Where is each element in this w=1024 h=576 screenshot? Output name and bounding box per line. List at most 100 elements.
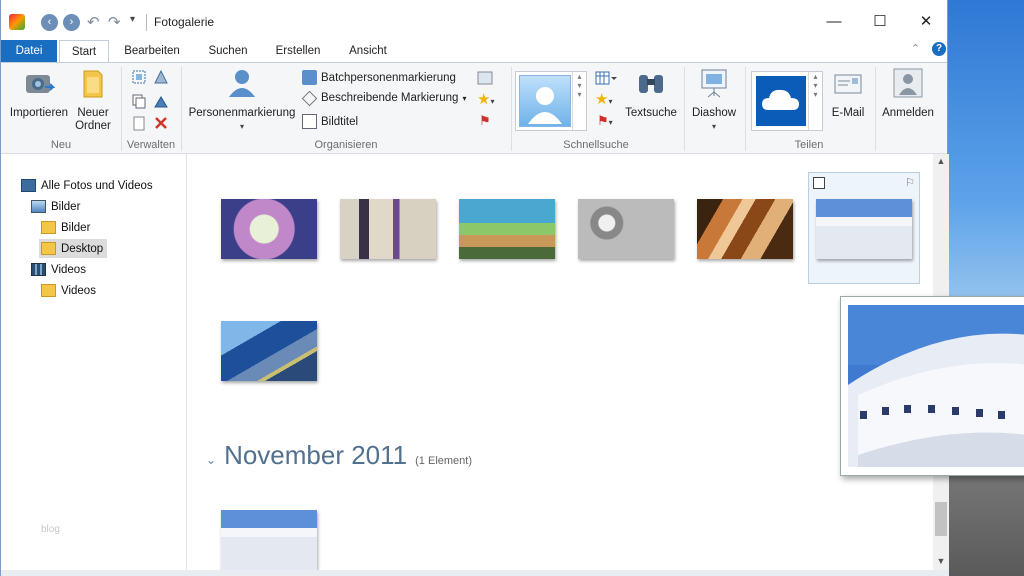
- calendar-filter-icon[interactable]: [595, 71, 617, 85]
- gallery-icon: [21, 179, 36, 192]
- app-window: ‹ › ↶ ↷ ▾ Fotogalerie — ☐ ✕ Datei Start …: [0, 0, 949, 576]
- neuer-ordner-label-2: Ordner: [75, 120, 111, 132]
- chevron-down-icon[interactable]: ⌄: [206, 453, 216, 467]
- geotag-icon[interactable]: [477, 71, 493, 85]
- share-gallery[interactable]: ▴ ▾ ▾: [751, 71, 823, 131]
- select-all-icon[interactable]: [131, 69, 147, 85]
- group-teilen-label: Teilen: [794, 139, 824, 151]
- gallery-scrollbar[interactable]: ▴ ▾ ▾: [572, 72, 586, 130]
- beschreibende-dropdown-icon: ▾: [462, 93, 467, 103]
- flag-outline-icon[interactable]: ⚐: [905, 176, 915, 189]
- pictures-library-icon: [31, 200, 46, 213]
- photo-thumbnail[interactable]: [578, 199, 674, 259]
- select-checkbox[interactable]: [813, 177, 825, 189]
- navigation-pane: Alle Fotos und Videos Bilder Bilder Desk…: [1, 154, 187, 574]
- group-verwalten-label: Verwalten: [126, 139, 176, 151]
- photo-grid: ⚐ ⌄ November 2011 (1 Element): [188, 154, 933, 570]
- scroll-down-icon[interactable]: ▼: [933, 556, 949, 566]
- person-tag-icon: [229, 70, 255, 97]
- photo-thumbnail[interactable]: [221, 321, 317, 381]
- onedrive-icon: [756, 76, 806, 126]
- desktop-background: [948, 0, 1024, 576]
- ribbon-tabs: Datei Start Bearbeiten Suchen Erstellen …: [1, 40, 947, 63]
- group-separator: [875, 67, 876, 151]
- neuer-ordner-button[interactable]: Neuer Ordner: [71, 67, 115, 133]
- bildtitel-label: Bildtitel: [321, 115, 359, 128]
- rotate-right-icon[interactable]: [153, 93, 169, 109]
- photo-thumbnail[interactable]: [697, 199, 793, 259]
- folder-icon: [41, 284, 56, 297]
- share-gallery-scrollbar[interactable]: ▴ ▾ ▾: [808, 72, 822, 130]
- slideshow-icon: [701, 69, 727, 98]
- photo-thumbnail[interactable]: [221, 199, 317, 259]
- quick-access-dropdown-icon[interactable]: ▾: [130, 14, 135, 25]
- bildtitel-button[interactable]: Bildtitel: [302, 114, 358, 129]
- scroll-thumb[interactable]: [935, 502, 947, 536]
- collapse-ribbon-icon[interactable]: ⌃: [911, 42, 920, 55]
- photo-thumbnail[interactable]: [816, 199, 912, 259]
- group-schnellsuche-label: Schnellsuche: [563, 139, 629, 151]
- delete-icon[interactable]: [153, 115, 169, 131]
- ribbon: Importieren Neuer Ordner Neu Verwalten P…: [1, 62, 947, 154]
- redo-icon[interactable]: ↷: [108, 13, 121, 31]
- star-rating-icon[interactable]: ★▾: [477, 90, 494, 108]
- paste-icon[interactable]: [131, 115, 147, 131]
- tab-datei[interactable]: Datei: [1, 40, 57, 62]
- maximize-button[interactable]: ☐: [857, 8, 903, 36]
- nav-item-bilder[interactable]: Bilder: [31, 197, 80, 216]
- photo-thumbnail[interactable]: [459, 199, 555, 259]
- scroll-up-icon[interactable]: ▲: [933, 156, 949, 166]
- tab-bearbeiten[interactable]: Bearbeiten: [115, 40, 189, 62]
- nav-item-videos[interactable]: Videos: [31, 260, 86, 279]
- importieren-button[interactable]: Importieren: [7, 67, 71, 120]
- nav-item-label: Alle Fotos und Videos: [41, 179, 153, 192]
- batch-markierung-button[interactable]: Batchpersonenmarkierung: [302, 70, 456, 85]
- flag-icon[interactable]: ⚑: [479, 113, 491, 129]
- undo-icon[interactable]: ↶: [87, 13, 100, 31]
- forward-icon[interactable]: ›: [63, 14, 80, 31]
- nav-item-desktop[interactable]: Desktop: [39, 239, 108, 258]
- close-button[interactable]: ✕: [903, 8, 949, 36]
- tab-erstellen[interactable]: Erstellen: [267, 40, 329, 62]
- month-heading: November 2011: [224, 440, 408, 470]
- help-icon[interactable]: ?: [932, 42, 946, 56]
- flag-filter-icon[interactable]: ⚑▾: [597, 113, 613, 129]
- group-organisieren-label: Organisieren: [314, 139, 378, 151]
- camera-import-icon: [26, 75, 56, 93]
- importieren-label: Importieren: [9, 107, 69, 119]
- nav-item-bilder-folder[interactable]: Bilder: [41, 218, 90, 237]
- caption-icon: [302, 114, 317, 129]
- videos-library-icon: [31, 263, 46, 276]
- copy-icon[interactable]: [131, 93, 147, 109]
- anmelden-button[interactable]: Anmelden: [879, 67, 937, 120]
- month-group-header[interactable]: ⌄ November 2011 (1 Element): [206, 440, 472, 471]
- selected-photo-tile[interactable]: ⚐: [808, 172, 920, 284]
- binoculars-icon: [639, 75, 663, 93]
- back-icon[interactable]: ‹: [41, 14, 58, 31]
- beschreibende-markierung-button[interactable]: Beschreibende Markierung ▾: [301, 90, 467, 106]
- photo-thumbnail[interactable]: [340, 199, 436, 259]
- rating-filter-icon[interactable]: ★▾: [595, 90, 612, 108]
- diashow-button[interactable]: Diashow ▾: [689, 67, 739, 133]
- personenmarkierung-dropdown-icon: ▾: [239, 122, 244, 131]
- minimize-button[interactable]: —: [811, 8, 857, 36]
- nav-item-alle-fotos[interactable]: Alle Fotos und Videos: [21, 176, 153, 195]
- photo-thumbnail[interactable]: [221, 510, 317, 570]
- new-folder-icon: [83, 70, 103, 98]
- textsuche-button[interactable]: Textsuche: [621, 67, 681, 120]
- nav-item-label: Desktop: [61, 242, 104, 255]
- email-label: E-Mail: [831, 107, 865, 119]
- nav-item-label: Bilder: [51, 200, 81, 213]
- rotate-left-icon[interactable]: [153, 69, 169, 85]
- person-avatar-icon: [519, 75, 571, 127]
- tab-ansicht[interactable]: Ansicht: [339, 40, 397, 62]
- tag-icon: [301, 90, 318, 106]
- personenmarkierung-button[interactable]: Personenmarkierung ▾: [187, 67, 297, 133]
- person-filter-gallery[interactable]: ▴ ▾ ▾: [515, 71, 587, 131]
- nav-item-videos-folder[interactable]: Videos: [41, 281, 96, 300]
- tab-suchen[interactable]: Suchen: [199, 40, 257, 62]
- personenmarkierung-label: Personenmarkierung: [188, 107, 296, 119]
- tab-start[interactable]: Start: [59, 40, 109, 63]
- anmelden-label: Anmelden: [882, 107, 934, 119]
- email-button[interactable]: E-Mail: [827, 67, 869, 120]
